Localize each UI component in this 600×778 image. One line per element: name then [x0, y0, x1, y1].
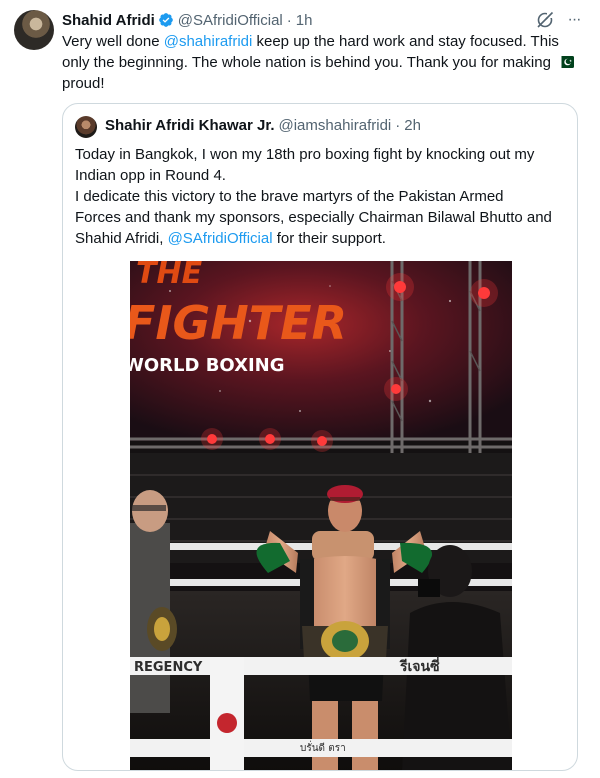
tweet-text-part: Very well done [62, 33, 164, 50]
screen-title-1: THE [136, 261, 203, 291]
quoted-text-line: I dedicate this victory to the brave mar… [75, 188, 504, 205]
quoted-author-handle[interactable]: @iamshahirafridi [279, 117, 392, 134]
author-name[interactable]: Shahid Afridi [62, 12, 155, 29]
quoted-text-line: Indian opp in Round 4. [75, 167, 226, 184]
quoted-text-line: Shahid Afridi, @SAfridiOfficial for thei… [75, 228, 567, 249]
pakistan-flag-icon [557, 56, 575, 68]
screen-title-2: FIGHTER [130, 296, 347, 350]
boxing-photo[interactable]: THE FIGHTER WORLD BOXING REGENCY รีเจนซี… [130, 261, 512, 770]
quoted-author-name[interactable]: Shahir Afridi Khawar Jr. [105, 117, 275, 134]
quoted-text-part: Shahid Afridi, [75, 230, 168, 247]
quoted-text-line: Forces and thank my sponsors, especially… [75, 209, 552, 226]
tweet-timestamp[interactable]: 1h [296, 12, 313, 29]
rope-banner-1: REGENCY [134, 660, 203, 675]
quoted-author-avatar[interactable] [75, 116, 97, 138]
separator-dot: · [286, 11, 292, 29]
quoted-tweet-header: Shahir Afridi Khawar Jr. @iamshahirafrid… [105, 117, 421, 134]
grok-icon[interactable] [535, 10, 555, 30]
quoted-text-line: Today in Bangkok, I won my 18th pro boxi… [75, 146, 535, 163]
mention-link[interactable]: @shahirafridi [164, 33, 253, 50]
author-handle[interactable]: @SAfridiOfficial [178, 12, 283, 29]
rope-banner-3: บรั่นดี ตรา [300, 740, 346, 754]
quoted-tweet[interactable]: Shahir Afridi Khawar Jr. @iamshahirafrid… [62, 103, 578, 771]
rope-banner-2: รีเจนซี่ [399, 656, 441, 675]
more-options-icon[interactable]: ··· [564, 10, 584, 30]
tweet-text: Very well done @shahirafridi keep up the… [62, 31, 582, 94]
author-avatar[interactable] [14, 10, 54, 50]
quoted-tweet-text: Today in Bangkok, I won my 18th pro boxi… [75, 144, 567, 249]
boxing-photo-illustration: THE FIGHTER WORLD BOXING REGENCY รีเจนซี… [130, 261, 512, 770]
mention-link[interactable]: @SAfridiOfficial [168, 230, 273, 247]
tweet-text-part: proud! [62, 75, 105, 92]
verified-badge-icon[interactable] [158, 12, 174, 28]
separator-dot: · [395, 117, 401, 134]
tweet-card[interactable]: Shahid Afridi @SAfridiOfficial · 1h ··· … [0, 0, 600, 778]
screen-subtitle: WORLD BOXING [130, 355, 285, 376]
quoted-timestamp[interactable]: 2h [404, 117, 421, 134]
quoted-text-part: for their support. [272, 230, 386, 247]
tweet-header: Shahid Afridi @SAfridiOfficial · 1h [62, 10, 312, 30]
